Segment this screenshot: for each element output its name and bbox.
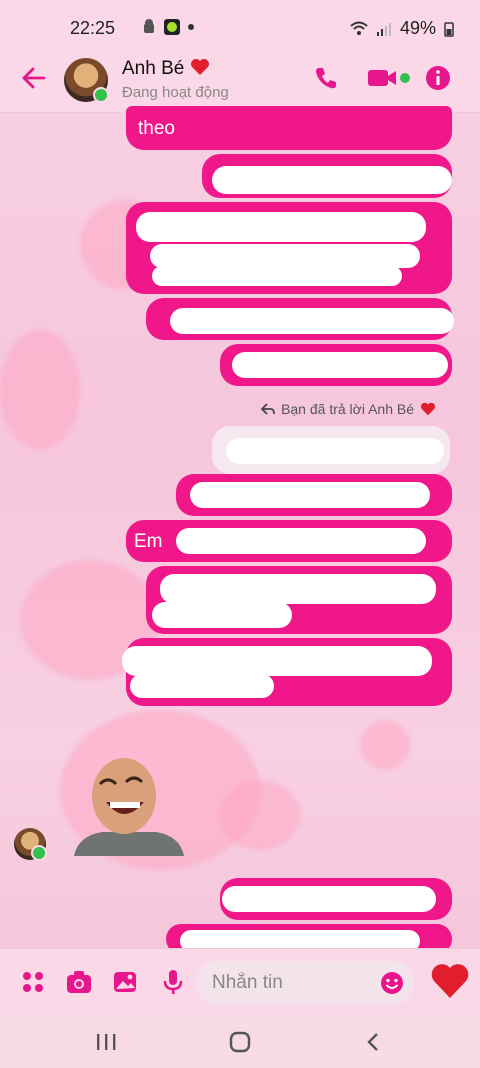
redaction-mark <box>212 166 452 194</box>
more-dot-icon <box>188 24 194 30</box>
background-heart <box>0 330 80 450</box>
battery-percent: 49% <box>399 18 436 38</box>
sent-message[interactable]: theo <box>126 106 452 150</box>
video-call-icon[interactable] <box>366 64 412 92</box>
system-navigation-bar <box>0 1016 480 1068</box>
emoji-icon[interactable] <box>380 971 404 995</box>
status-time: 22:25 <box>70 18 116 38</box>
camera-icon[interactable] <box>66 969 92 995</box>
notification-icons <box>142 19 194 35</box>
contact-avatar[interactable] <box>64 58 109 103</box>
phone-call-icon[interactable] <box>312 64 340 92</box>
red-heart-icon <box>421 402 435 416</box>
signal-icon <box>376 22 391 36</box>
redaction-mark <box>150 244 420 268</box>
red-heart-icon <box>190 59 209 75</box>
redaction-mark <box>226 438 444 464</box>
home-icon[interactable] <box>228 1030 252 1054</box>
redaction-mark <box>190 482 430 508</box>
message-input[interactable] <box>210 971 374 995</box>
app-notification-icon <box>164 19 180 35</box>
redaction-mark <box>160 574 436 604</box>
menu-grid-icon[interactable] <box>20 969 46 995</box>
android-icon <box>144 19 154 33</box>
back-nav-icon[interactable] <box>362 1030 386 1054</box>
online-indicator <box>93 87 109 103</box>
wifi-icon <box>350 21 368 35</box>
contact-status: Đang hoạt động <box>122 84 229 101</box>
reply-note-text: Bạn đã trả lời Anh Bé <box>281 401 414 417</box>
message-composer <box>0 948 480 1017</box>
reply-arrow-icon <box>261 403 275 415</box>
redaction-mark <box>136 212 426 242</box>
back-arrow-icon[interactable] <box>20 64 48 92</box>
battery-icon <box>444 21 454 37</box>
gallery-icon[interactable] <box>112 969 138 995</box>
background-heart <box>220 780 300 850</box>
chat-header: Anh Bé Đang hoạt động <box>0 56 480 113</box>
recent-apps-icon[interactable] <box>94 1030 118 1054</box>
reply-note: Bạn đã trả lời Anh Bé <box>261 401 436 417</box>
message-input-wrapper <box>196 961 414 1005</box>
info-icon[interactable] <box>424 64 452 92</box>
heart-reaction-button[interactable] <box>430 962 470 1000</box>
redaction-mark <box>176 528 426 554</box>
laughing-avatar-sticker[interactable] <box>72 756 186 860</box>
redaction-mark <box>122 646 432 676</box>
redaction-mark <box>130 674 274 698</box>
background-heart <box>360 720 410 770</box>
redaction-mark <box>152 602 292 628</box>
redaction-mark <box>232 352 448 378</box>
message-text: Em <box>134 531 163 552</box>
contact-name: Anh Bé <box>122 58 185 79</box>
microphone-icon[interactable] <box>160 969 186 995</box>
contact-name-row[interactable]: Anh Bé <box>122 58 210 80</box>
redaction-mark <box>152 266 402 286</box>
redaction-mark <box>170 308 454 334</box>
status-right: 49% <box>350 18 454 39</box>
redaction-mark <box>222 886 436 912</box>
contact-avatar-small[interactable] <box>14 828 47 861</box>
online-indicator <box>31 845 47 861</box>
status-bar: 22:25 49% <box>0 0 480 56</box>
message-text: theo <box>138 118 175 139</box>
